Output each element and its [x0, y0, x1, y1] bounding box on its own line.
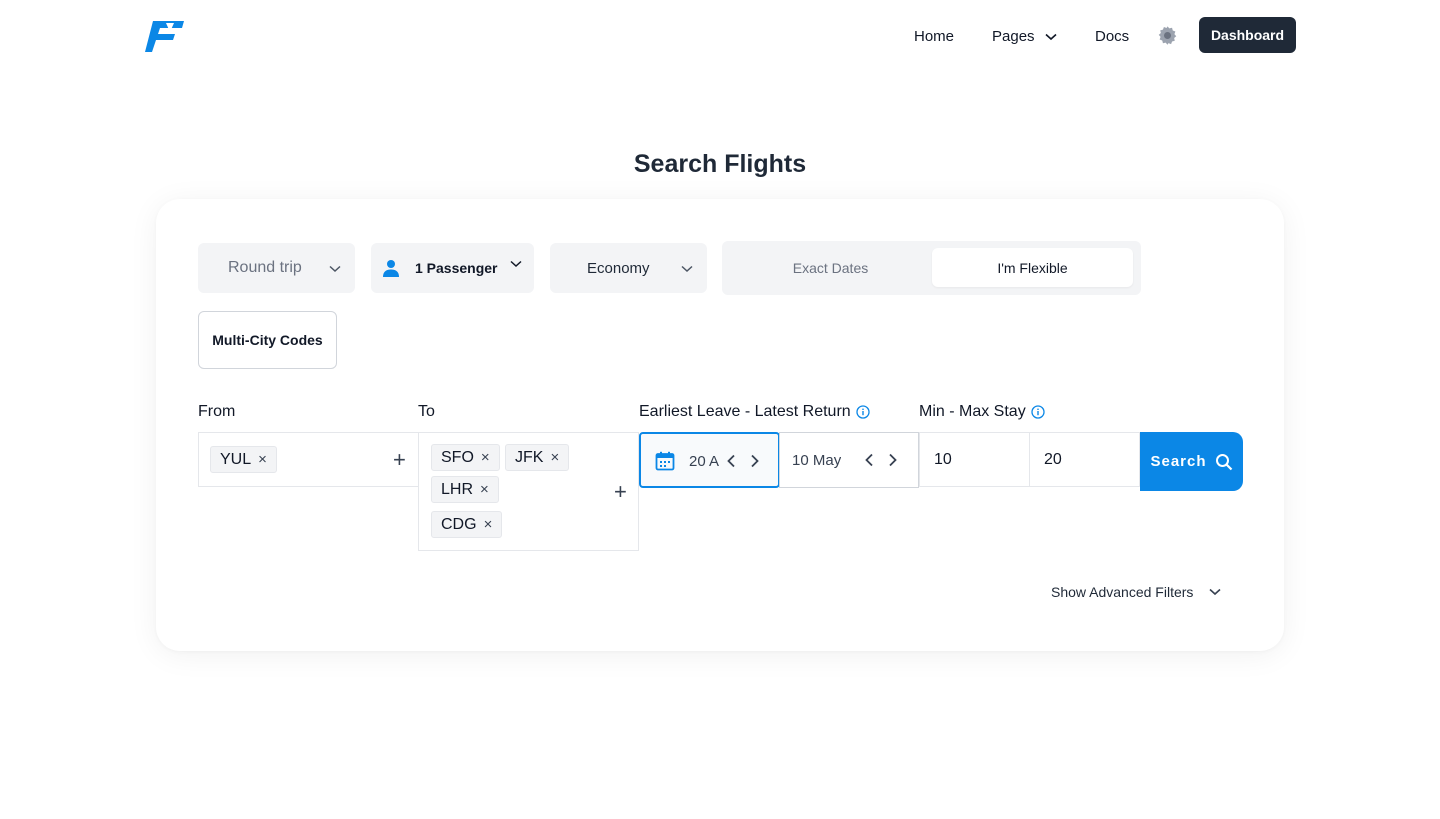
- add-airport-icon[interactable]: +: [393, 449, 406, 471]
- flexible-dates-tab[interactable]: I'm Flexible: [932, 248, 1133, 287]
- trip-type-value: Round trip: [228, 259, 302, 276]
- airport-code: SFO: [441, 448, 474, 466]
- nav-docs-link[interactable]: Docs: [1095, 28, 1129, 45]
- search-icon: [1215, 453, 1232, 470]
- date-mode-toggle: Exact Dates I'm Flexible: [722, 241, 1141, 295]
- airport-chip: SFO ×: [431, 444, 500, 471]
- max-stay-input[interactable]: 20: [1029, 432, 1140, 487]
- airport-chip: CDG ×: [431, 511, 503, 538]
- multi-city-codes-button[interactable]: Multi-City Codes: [198, 311, 337, 369]
- nav-home-link[interactable]: Home: [914, 28, 954, 45]
- airport-chip: YUL ×: [210, 446, 277, 473]
- chevron-down-icon: [681, 265, 693, 273]
- min-stay-input[interactable]: 10: [919, 432, 1030, 487]
- dashboard-button[interactable]: Dashboard: [1199, 17, 1296, 53]
- chevron-left-icon[interactable]: [864, 453, 874, 467]
- add-airport-icon[interactable]: +: [614, 481, 627, 503]
- cabin-class-value: Economy: [587, 259, 650, 277]
- from-label: From: [198, 403, 236, 420]
- advanced-filters-toggle[interactable]: Show Advanced Filters: [1051, 584, 1221, 600]
- chevron-right-icon[interactable]: [888, 453, 898, 467]
- dates-label-end: Latest Return: [754, 403, 851, 420]
- airport-code: YUL: [220, 450, 252, 468]
- earliest-leave-value: 20 Apr: [689, 453, 720, 470]
- remove-chip-icon[interactable]: ×: [484, 516, 493, 533]
- nav-pages-link[interactable]: Pages: [992, 28, 1057, 45]
- to-airport-field[interactable]: SFO × JFK × LHR × CDG × +: [418, 432, 639, 551]
- passenger-value: 1 Passenger: [415, 260, 498, 276]
- stay-label: Min - Max Stay: [919, 403, 1045, 421]
- stay-label-end: Max Stay: [959, 403, 1026, 420]
- exact-dates-tab[interactable]: Exact Dates: [730, 248, 931, 287]
- airport-code: CDG: [441, 515, 477, 533]
- airport-chip: JFK ×: [505, 444, 570, 471]
- search-button-label: Search: [1150, 453, 1207, 470]
- remove-chip-icon[interactable]: ×: [481, 449, 490, 466]
- airport-chip: LHR ×: [431, 476, 499, 503]
- calendar-icon: [655, 451, 675, 471]
- remove-chip-icon[interactable]: ×: [258, 451, 267, 468]
- chevron-down-icon: [1209, 588, 1221, 596]
- remove-chip-icon[interactable]: ×: [550, 449, 559, 466]
- earliest-leave-date-input[interactable]: 20 Apr: [639, 432, 780, 488]
- search-button[interactable]: Search: [1140, 432, 1243, 491]
- airport-code: JFK: [515, 448, 544, 466]
- dates-label: Earliest Leave - Latest Return: [639, 403, 870, 421]
- gear-icon[interactable]: [1157, 25, 1178, 46]
- passenger-select[interactable]: 1 Passenger: [371, 243, 534, 293]
- info-icon[interactable]: [1031, 405, 1045, 419]
- brand-logo-icon[interactable]: [144, 17, 186, 53]
- advanced-filters-label: Show Advanced Filters: [1051, 584, 1194, 600]
- chevron-down-icon: [510, 260, 522, 268]
- chevron-left-icon[interactable]: [726, 454, 736, 468]
- remove-chip-icon[interactable]: ×: [480, 481, 489, 498]
- to-label: To: [418, 403, 435, 420]
- latest-return-value: 10 May: [792, 452, 842, 469]
- info-icon[interactable]: [856, 405, 870, 419]
- cabin-class-select[interactable]: Economy: [550, 243, 707, 293]
- chevron-right-icon[interactable]: [750, 454, 760, 468]
- nav-pages-label: Pages: [992, 28, 1035, 45]
- latest-return-date-input[interactable]: 10 May: [779, 432, 919, 488]
- dates-label-start: Earliest Leave -: [639, 403, 755, 420]
- user-icon: [383, 260, 399, 277]
- chevron-down-icon: [1045, 33, 1057, 40]
- trip-type-select[interactable]: Round trip: [198, 243, 355, 293]
- from-airport-field[interactable]: YUL × +: [198, 432, 419, 487]
- stay-label-start: Min -: [919, 403, 959, 420]
- airport-code: LHR: [441, 480, 474, 498]
- page-title: Search Flights: [633, 150, 807, 178]
- chevron-down-icon: [329, 265, 341, 273]
